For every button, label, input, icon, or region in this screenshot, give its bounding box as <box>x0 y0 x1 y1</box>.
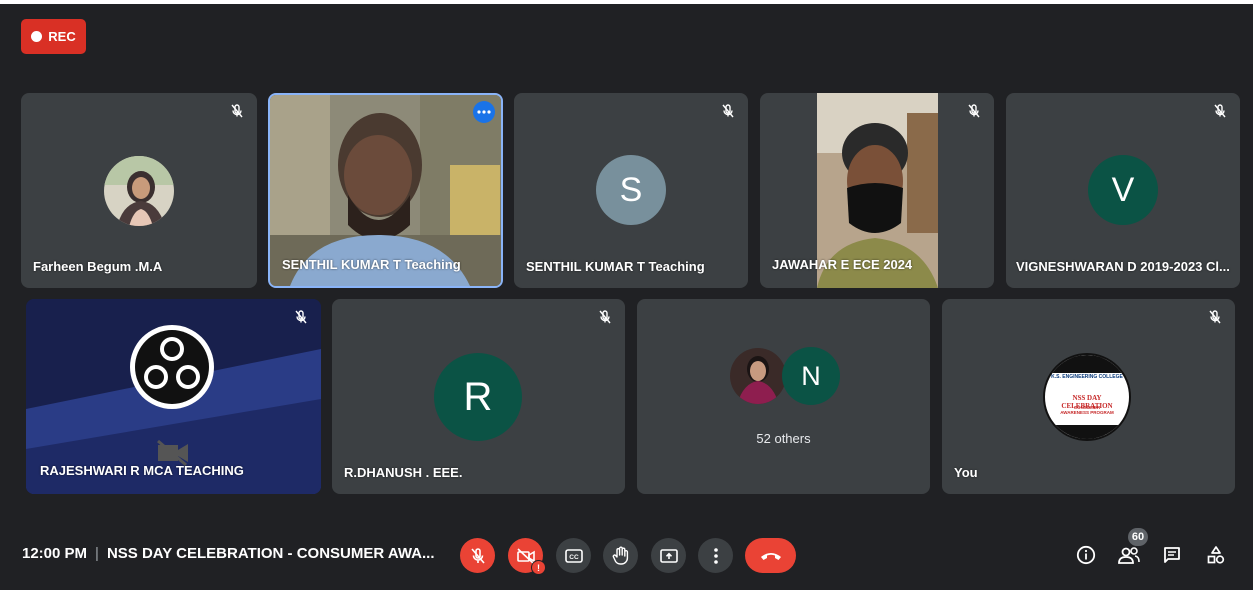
mic-off-icon <box>295 310 307 324</box>
others-count-label: 52 others <box>756 431 811 446</box>
participant-name: JAWAHAR E ECE 2024 <box>772 257 913 272</box>
more-options-button[interactable] <box>698 538 733 573</box>
participant-tile-farheen[interactable]: Farheen Begum .M.A <box>21 93 257 288</box>
avatar-letter: V <box>1088 155 1158 225</box>
avatar-photo <box>730 348 786 404</box>
chat-icon <box>1164 547 1180 563</box>
mic-off-icon <box>470 547 485 564</box>
svg-text:CC: CC <box>569 554 579 561</box>
participant-name: SENTHIL KUMAR T Teaching <box>526 259 705 274</box>
mic-off-icon <box>968 104 980 118</box>
participant-name: VIGNESHWARAN D 2019-2023 Cl... <box>1016 259 1230 274</box>
warning-icon: ! <box>531 560 546 575</box>
mic-off-icon <box>1214 104 1226 118</box>
closed-captions-icon: CC <box>564 548 583 563</box>
participant-tile-you[interactable]: K.S. ENGINEERING COLLEGE NSS DAY CELEBRA… <box>942 299 1235 494</box>
avatar-letter: R <box>434 353 522 441</box>
raise-hand-button[interactable] <box>603 538 638 573</box>
mic-off-icon <box>599 310 611 324</box>
more-options-badge[interactable] <box>473 101 495 123</box>
poster-subtitle: CONSUMER AWARENESS PROGRAM <box>1060 405 1114 415</box>
mic-off-icon <box>231 104 243 118</box>
people-icon <box>1118 547 1140 564</box>
avatar-letter: S <box>596 155 666 225</box>
bottom-control-bar: 12:00 PM | NSS DAY CELEBRATION - CONSUMER … <box>0 520 1253 590</box>
raise-hand-icon <box>612 546 628 565</box>
participant-tile-dhanush[interactable]: R R.DHANUSH . EEE. <box>332 299 625 494</box>
poster-avatar: K.S. ENGINEERING COLLEGE NSS DAY CELEBRA… <box>1043 353 1131 441</box>
avatar-letter: N <box>782 347 840 405</box>
participant-name: SENTHIL KUMAR T Teaching <box>282 257 461 272</box>
more-horizontal-icon <box>477 110 491 114</box>
avatar-photo <box>104 156 174 226</box>
participant-tile-senthil-avatar[interactable]: S SENTHIL KUMAR T Teaching <box>514 93 748 288</box>
activities-icon <box>1207 546 1225 564</box>
activities-button[interactable] <box>1203 542 1229 568</box>
participant-name: Farheen Begum .M.A <box>33 259 163 274</box>
participant-tile-vigneshwaran[interactable]: V VIGNESHWARAN D 2019-2023 Cl... <box>1006 93 1240 288</box>
meeting-details-button[interactable] <box>1073 542 1099 568</box>
participant-tile-others[interactable]: N 52 others <box>637 299 930 494</box>
participant-count-badge: 60 <box>1128 528 1148 546</box>
mic-off-icon <box>1209 310 1221 324</box>
info-icon <box>1076 545 1096 565</box>
participant-tile-jawahar[interactable]: JAWAHAR E ECE 2024 <box>760 93 994 288</box>
phone-hangup-icon <box>760 552 781 560</box>
top-strip <box>0 0 1253 4</box>
captions-button[interactable]: CC <box>556 538 591 573</box>
meeting-title: NSS DAY CELEBRATION - CONSUMER AWA... <box>106 545 435 562</box>
obs-logo-icon <box>130 325 214 409</box>
participant-tile-rajeshwari[interactable]: RAJESHWARI R MCA TEACHING <box>26 299 321 494</box>
meeting-info: 12:00 PM | NSS DAY CELEBRATION - CONSUMER … <box>22 545 435 562</box>
poster-college: K.S. ENGINEERING COLLEGE <box>1051 374 1123 380</box>
chat-button[interactable] <box>1159 542 1185 568</box>
recording-indicator: REC <box>21 19 86 54</box>
mic-off-icon <box>722 104 734 118</box>
participant-name: RAJESHWARI R MCA TEACHING <box>40 463 244 478</box>
recording-label: REC <box>48 29 76 44</box>
end-call-button[interactable] <box>745 538 796 573</box>
participant-tile-senthil-video[interactable]: SENTHIL KUMAR T Teaching <box>268 93 503 288</box>
participant-name: You <box>954 465 978 480</box>
participant-name: R.DHANUSH . EEE. <box>344 465 463 480</box>
camera-toggle-button[interactable]: ! <box>508 538 546 575</box>
more-vertical-icon <box>713 547 718 564</box>
mic-toggle-button[interactable] <box>460 538 495 573</box>
present-screen-icon <box>659 548 678 563</box>
present-now-button[interactable] <box>651 538 686 573</box>
meeting-time: 12:00 PM <box>22 545 88 562</box>
record-dot-icon <box>31 31 43 42</box>
